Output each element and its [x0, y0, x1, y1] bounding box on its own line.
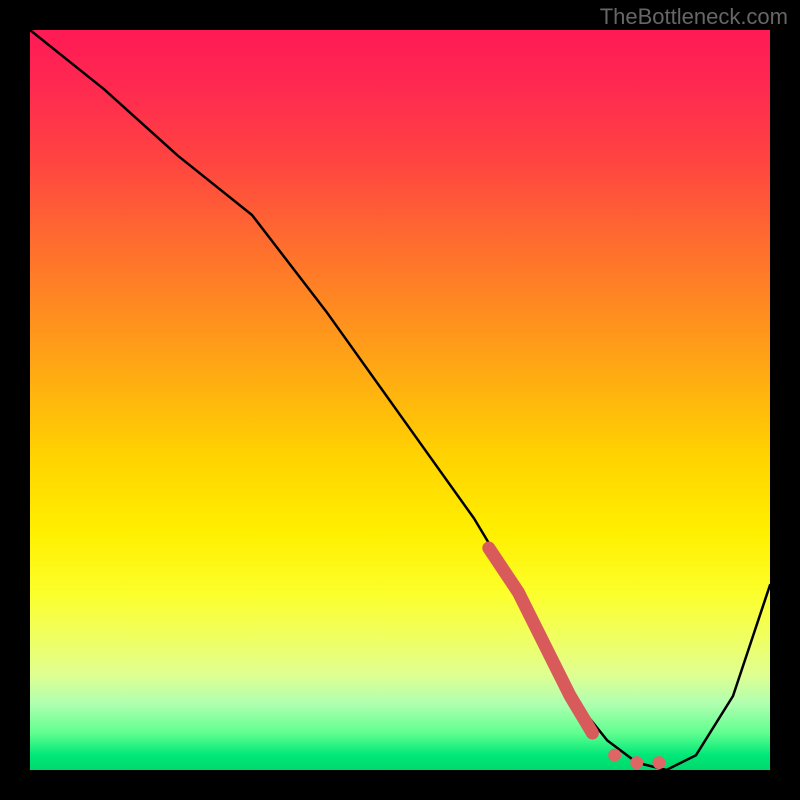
highlight-dot	[653, 756, 666, 769]
watermark-text: TheBottleneck.com	[600, 4, 788, 30]
highlight-dot	[608, 749, 621, 762]
optimal-range-highlight	[489, 548, 593, 733]
plot-area	[30, 30, 770, 770]
chart-svg	[30, 30, 770, 770]
optimal-range-dots	[608, 749, 665, 769]
highlight-dot	[630, 756, 643, 769]
bottleneck-curve	[30, 30, 770, 770]
